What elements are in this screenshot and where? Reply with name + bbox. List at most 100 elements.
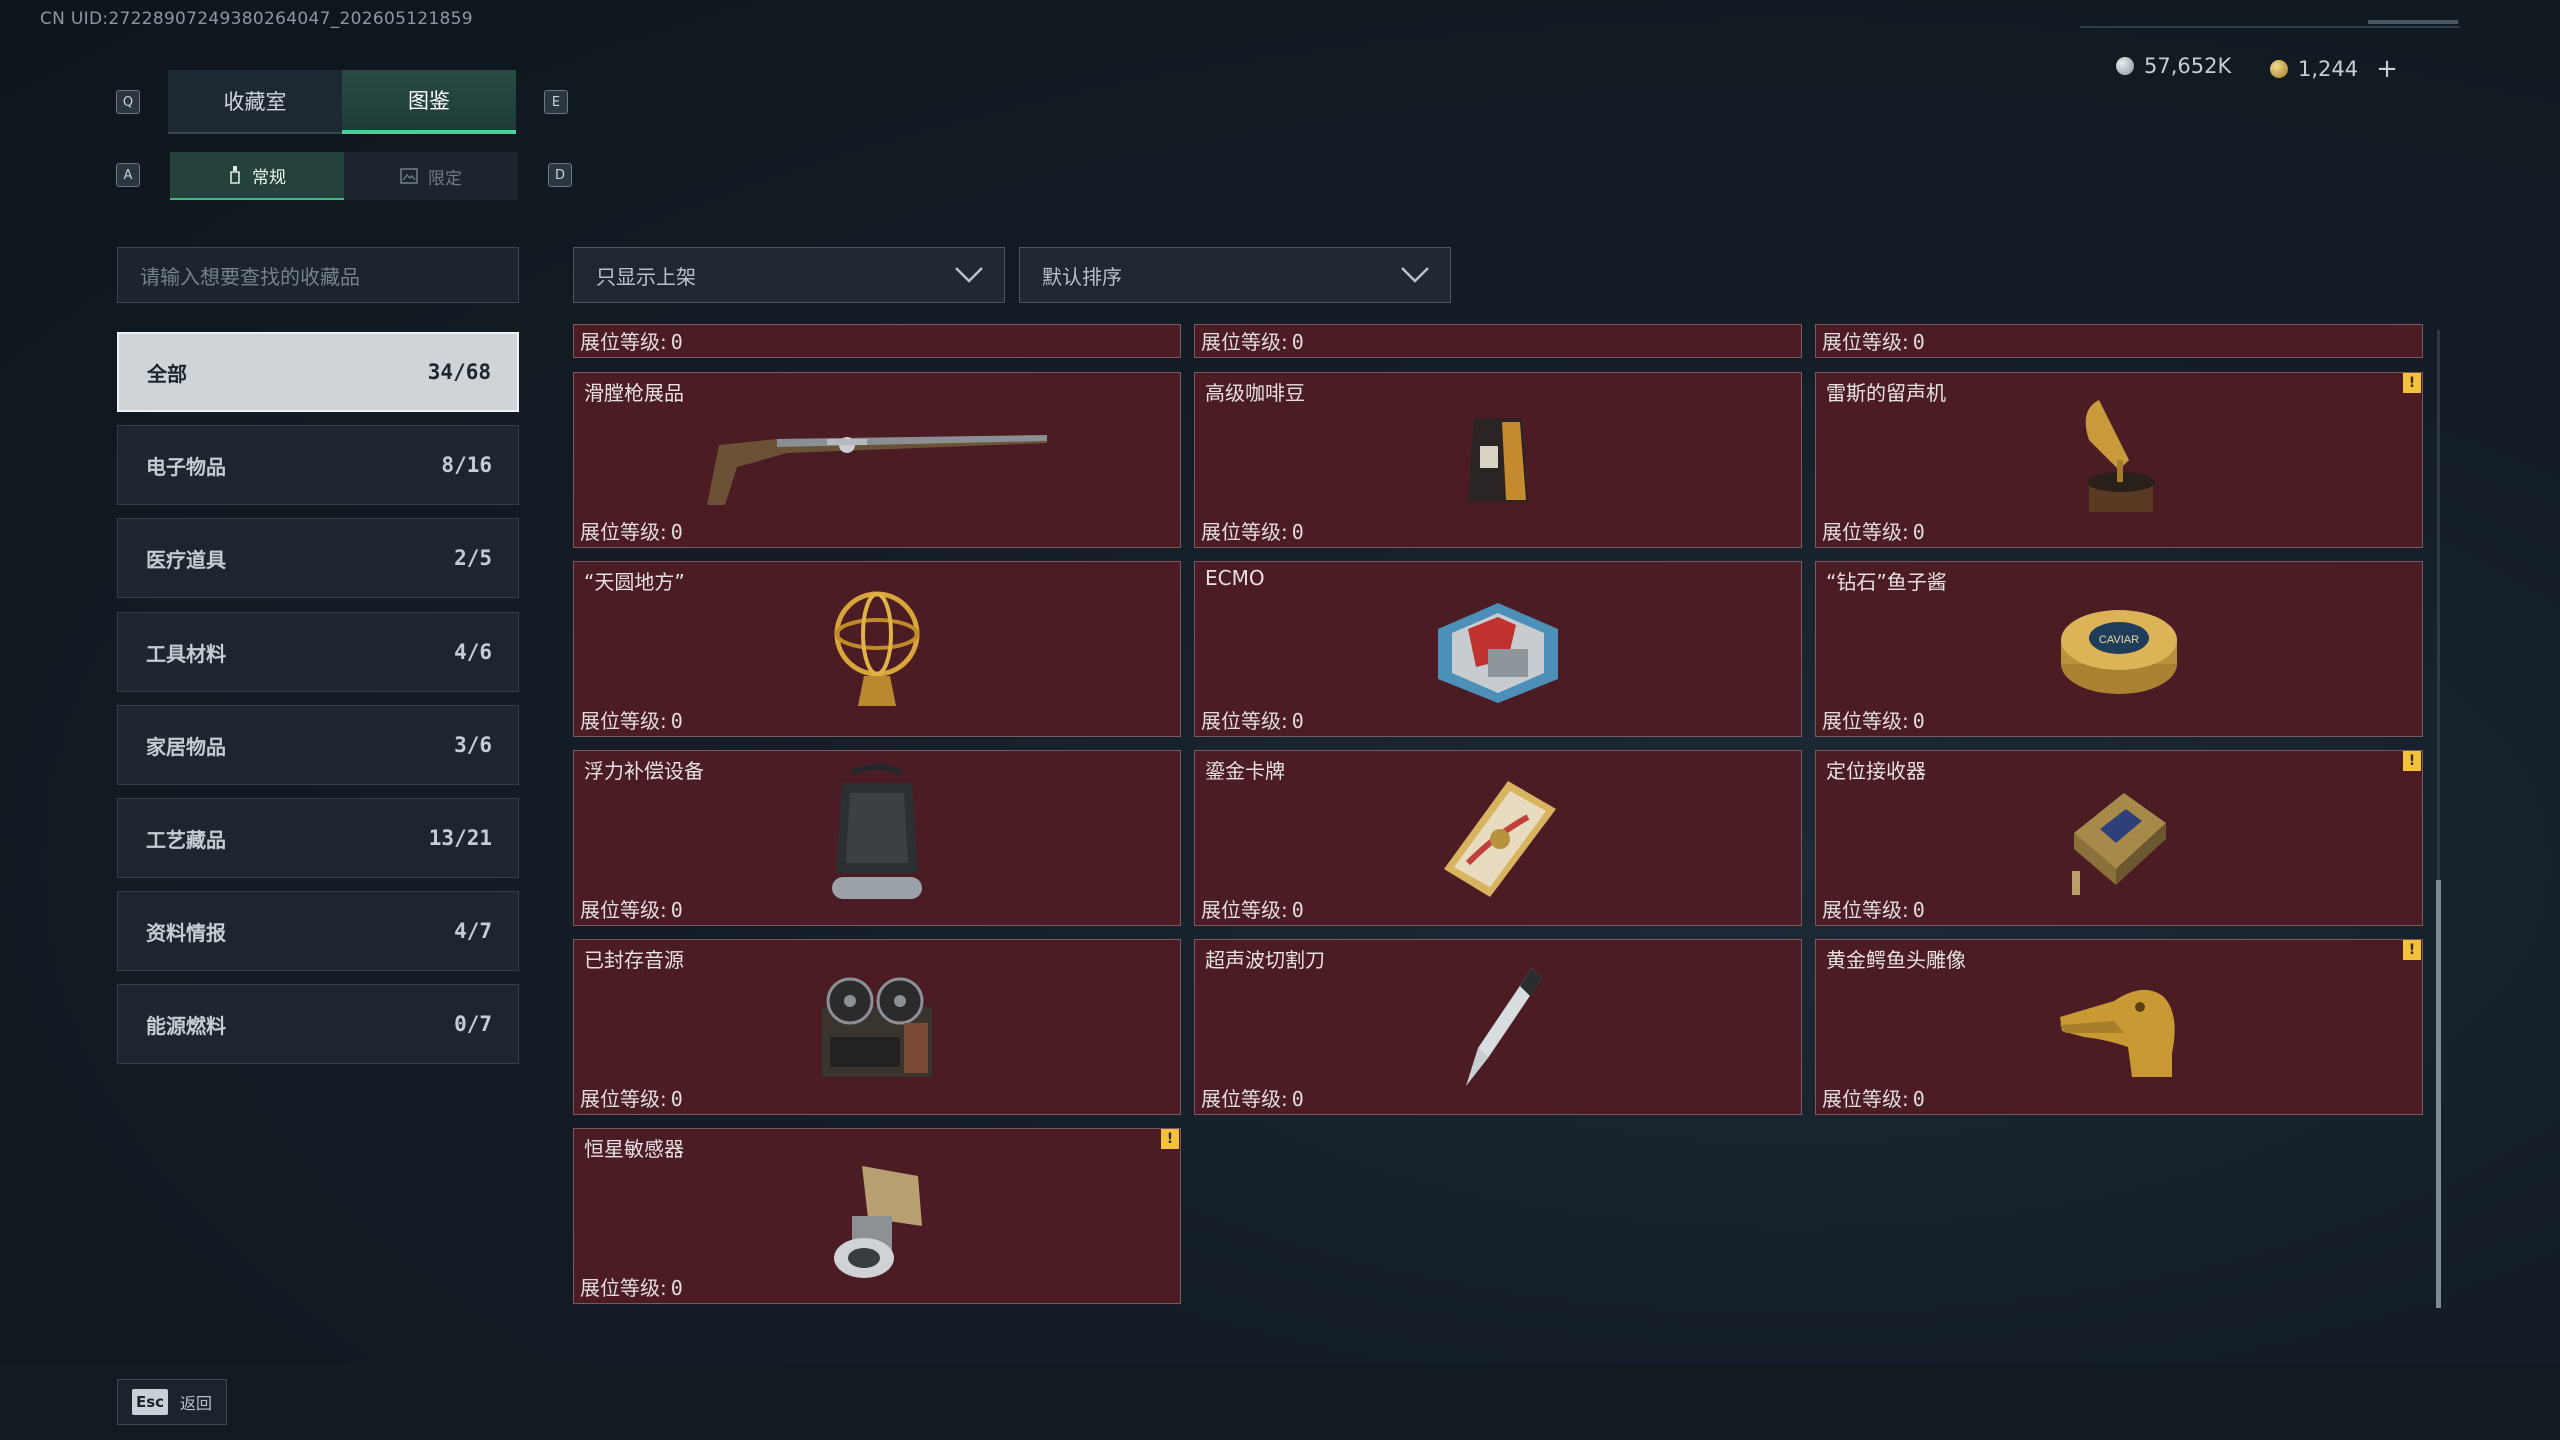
tab-catalog[interactable]: 图鉴 <box>342 70 516 134</box>
category-label: 家居物品 <box>146 734 226 759</box>
level-label: 展位等级: <box>1822 520 1909 544</box>
level-value: 0 <box>1912 330 1925 354</box>
ultrasonic-knife-icon <box>1466 968 1542 1086</box>
new-item-badge: ! <box>2403 373 2421 393</box>
key-hint-e: E <box>544 90 568 114</box>
item-level: 展位等级: 0 <box>1822 1083 1925 1112</box>
main-tabs: 收藏室 图鉴 <box>168 70 516 134</box>
item-card-reel-recorder[interactable]: 已封存音源 展位等级: 0 <box>573 939 1181 1115</box>
item-card-musket[interactable]: 滑膛枪展品 展位等级: 0 <box>573 372 1181 548</box>
reel-recorder-icon <box>822 977 932 1077</box>
category-intel[interactable]: 资料情报 4/7 <box>117 891 519 971</box>
item-card-gilded-card[interactable]: 鎏金卡牌 展位等级: 0 <box>1194 750 1802 926</box>
silver-currency: 57,652K <box>2116 54 2231 78</box>
sub-tabs: 常规 限定 <box>170 152 518 200</box>
item-card-partial[interactable]: 展位等级: 0 <box>1194 324 1802 358</box>
top-decoration-line <box>2080 26 2460 28</box>
item-level: 展位等级: 0 <box>580 1083 683 1112</box>
back-label: 返回 <box>180 1394 213 1413</box>
new-item-badge: ! <box>2403 751 2421 771</box>
crocodile-head-icon <box>2060 989 2175 1077</box>
item-card-locator-receiver[interactable]: 定位接收器 ! 展位等级: 0 <box>1815 750 2423 926</box>
level-label: 展位等级: <box>1201 330 1288 354</box>
item-card-partial[interactable]: 展位等级: 0 <box>1815 324 2423 358</box>
search-input[interactable]: 请输入想要查找的收藏品 <box>117 247 519 303</box>
category-label: 资料情报 <box>146 920 226 945</box>
level-label: 展位等级: <box>1822 1087 1909 1111</box>
level-value: 0 <box>1291 1087 1304 1111</box>
item-level: 展位等级: 0 <box>1822 326 1925 355</box>
level-value: 0 <box>670 330 683 354</box>
level-value: 0 <box>1912 898 1925 922</box>
item-card-bcd[interactable]: 浮力补偿设备 展位等级: 0 <box>573 750 1181 926</box>
buoyancy-vest-icon <box>832 764 922 899</box>
level-label: 展位等级: <box>580 898 667 922</box>
category-count: 34/68 <box>427 360 491 384</box>
category-tools[interactable]: 工具材料 4/6 <box>117 612 519 692</box>
item-card-ultrasonic-knife[interactable]: 超声波切割刀 展位等级: 0 <box>1194 939 1802 1115</box>
coffee-bag-icon <box>1468 418 1528 502</box>
category-count: 8/16 <box>441 453 492 477</box>
level-value: 0 <box>670 520 683 544</box>
star-sensor-icon <box>834 1166 922 1278</box>
frame-icon <box>400 168 418 184</box>
level-value: 0 <box>1291 520 1304 544</box>
item-card-gramophone[interactable]: 雷斯的留声机 ! 展位等级: 0 <box>1815 372 2423 548</box>
level-label: 展位等级: <box>580 520 667 544</box>
new-item-badge: ! <box>2403 940 2421 960</box>
gilded-card-icon <box>1444 781 1556 897</box>
item-level: 展位等级: 0 <box>1201 1083 1304 1112</box>
ecmo-machine-icon <box>1438 603 1558 703</box>
level-label: 展位等级: <box>1822 709 1909 733</box>
category-count: 0/7 <box>454 1012 492 1036</box>
item-level: 展位等级: 0 <box>1201 705 1304 734</box>
item-card-armillary[interactable]: “天圆地方” 展位等级: 0 <box>573 561 1181 737</box>
item-name: “天圆地方” <box>584 570 685 594</box>
subtab-limited[interactable]: 限定 <box>344 152 518 200</box>
level-value: 0 <box>670 1087 683 1111</box>
list-scrollbar-thumb[interactable] <box>2436 880 2441 1308</box>
item-card-coffee-beans[interactable]: 高级咖啡豆 展位等级: 0 <box>1194 372 1802 548</box>
locator-receiver-icon <box>2072 793 2166 895</box>
level-label: 展位等级: <box>580 330 667 354</box>
item-card-caviar[interactable]: “钻石”鱼子酱 CAVIAR 展位等级: 0 <box>1815 561 2423 737</box>
category-count: 3/6 <box>454 733 492 757</box>
subtab-regular-label: 常规 <box>252 167 286 188</box>
key-hint-a: A <box>116 163 140 187</box>
level-label: 展位等级: <box>1201 1087 1288 1111</box>
esc-key-icon: Esc <box>132 1389 168 1415</box>
category-household[interactable]: 家居物品 3/6 <box>117 705 519 785</box>
item-level: 展位等级: 0 <box>1822 705 1925 734</box>
category-count: 4/7 <box>454 919 492 943</box>
subtab-regular[interactable]: 常规 <box>170 152 344 200</box>
back-button[interactable]: Esc 返回 <box>117 1379 227 1425</box>
tab-collection-room[interactable]: 收藏室 <box>168 70 342 134</box>
level-label: 展位等级: <box>580 1087 667 1111</box>
item-card-ecmo[interactable]: ECMO 展位等级: 0 <box>1194 561 1802 737</box>
item-level: 展位等级: 0 <box>580 894 683 923</box>
item-card-partial[interactable]: 展位等级: 0 <box>573 324 1181 358</box>
level-label: 展位等级: <box>580 1276 667 1300</box>
category-label: 工艺藏品 <box>146 827 226 852</box>
item-name: 高级咖啡豆 <box>1205 381 1305 405</box>
category-medical[interactable]: 医疗道具 2/5 <box>117 518 519 598</box>
level-value: 0 <box>1291 330 1304 354</box>
item-card-star-sensor[interactable]: 恒星敏感器 ! 展位等级: 0 <box>573 1128 1181 1304</box>
gold-amount: 1,244 <box>2298 57 2359 81</box>
sort-dropdown[interactable]: 默认排序 <box>1019 247 1451 303</box>
item-card-crocodile-statue[interactable]: 黄金鳄鱼头雕像 ! 展位等级: 0 <box>1815 939 2423 1115</box>
category-all[interactable]: 全部 34/68 <box>117 332 519 412</box>
key-hint-q: Q <box>116 90 140 114</box>
level-value: 0 <box>1291 709 1304 733</box>
silver-coin-icon <box>2116 57 2134 75</box>
item-name: 超声波切割刀 <box>1205 948 1325 972</box>
item-name: 恒星敏感器 <box>584 1137 684 1161</box>
caviar-tin-icon: CAVIAR <box>2061 610 2177 694</box>
category-energy[interactable]: 能源燃料 0/7 <box>117 984 519 1064</box>
category-crafts[interactable]: 工艺藏品 13/21 <box>117 798 519 878</box>
add-currency-button[interactable]: + <box>2376 54 2398 84</box>
chevron-down-icon <box>955 267 983 283</box>
category-electronics[interactable]: 电子物品 8/16 <box>117 425 519 505</box>
category-label: 全部 <box>147 361 187 386</box>
shelf-filter-dropdown[interactable]: 只显示上架 <box>573 247 1005 303</box>
